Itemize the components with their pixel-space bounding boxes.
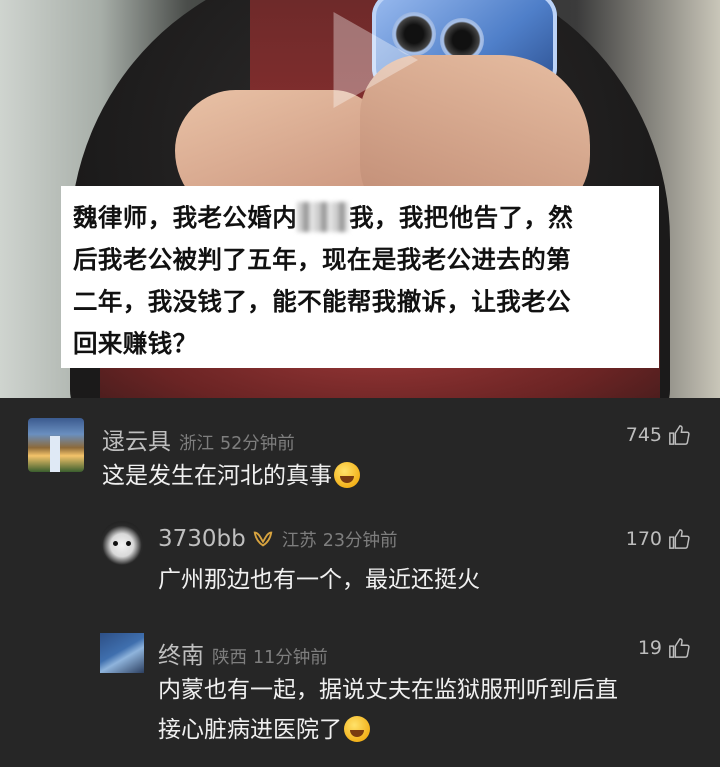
thumbs-up-icon	[669, 425, 690, 445]
caption-line: 二年，我没钱了，能不能帮我撤诉，让我老公	[73, 287, 571, 316]
laughing-crying-emoji-icon	[334, 462, 360, 488]
comment-text: 这是发生在河北的真事	[102, 456, 360, 496]
waterfall-graphic	[50, 436, 60, 472]
caption-line: 魏律师，我老公婚内 我，我把他告了，然	[73, 202, 574, 232]
like-count: 745	[625, 424, 662, 446]
comment-header: 逯云具 浙江 52分钟前	[102, 422, 295, 456]
comment-header: 终南 陕西 11分钟前	[158, 636, 328, 670]
comment-location: 陕西	[212, 648, 247, 668]
like-button[interactable]: 170	[626, 528, 690, 550]
dog-eye	[126, 541, 131, 546]
comment-time: 52分钟前	[220, 434, 295, 454]
video-caption-card: 魏律师，我老公婚内 我，我把他告了，然 后我老公被判了五年，现在是我老公进去的第 …	[61, 186, 659, 368]
avatar[interactable]	[100, 633, 144, 673]
like-count: 19	[637, 637, 662, 659]
comment-text-line: 内蒙也有一起，据说丈夫在监狱服刑听到后直	[158, 677, 618, 703]
caption-line: 回来赚钱？	[73, 329, 198, 358]
thumbs-up-icon	[669, 638, 690, 658]
comment-time: 23分钟前	[322, 531, 398, 551]
username[interactable]: 逯云具	[102, 429, 171, 455]
username[interactable]: 3730bb	[158, 526, 246, 552]
dog-eye	[113, 541, 118, 546]
comment-reply-item: 3730bb 江苏 23分钟前 170 广州那边也有一个，最近还挺火	[0, 508, 720, 618]
comment-location: 浙江	[179, 434, 214, 454]
comment-item: 逯云具 浙江 52分钟前 745 这是发生在河北的真事	[0, 398, 720, 508]
like-button[interactable]: 19	[638, 637, 690, 659]
comment-time: 11分钟前	[253, 648, 328, 668]
like-button[interactable]: 745	[626, 424, 690, 446]
comment-text: 广州那边也有一个，最近还挺火	[158, 567, 480, 593]
comment-header: 3730bb 江苏 23分钟前	[158, 526, 398, 552]
like-count: 170	[625, 528, 662, 550]
comment-reply-item: 终南 陕西 11分钟前 19 内蒙也有一起，据说丈夫在监狱服刑听到后直 接心脏病进医…	[0, 618, 720, 767]
video-frame[interactable]: 魏律师，我老公婚内 我，我把他告了，然 后我老公被判了五年，现在是我老公进去的第 …	[0, 0, 720, 398]
comment-list: 逯云具 浙江 52分钟前 745 这是发生在河北的真事 3730bb 江苏 23分钟前 …	[0, 398, 720, 767]
censor-blur	[297, 202, 350, 232]
avatar[interactable]	[28, 418, 84, 472]
ribbon-badge-icon	[253, 531, 273, 547]
comment-location: 江苏	[281, 531, 317, 551]
avatar[interactable]	[100, 521, 144, 565]
caption-line: 后我老公被判了五年，现在是我老公进去的第	[73, 245, 571, 274]
comment-text-line: 接心脏病进医院了	[158, 710, 370, 750]
thumbs-up-icon	[669, 529, 690, 549]
laughing-crying-emoji-icon	[344, 716, 370, 742]
username[interactable]: 终南	[158, 643, 204, 669]
